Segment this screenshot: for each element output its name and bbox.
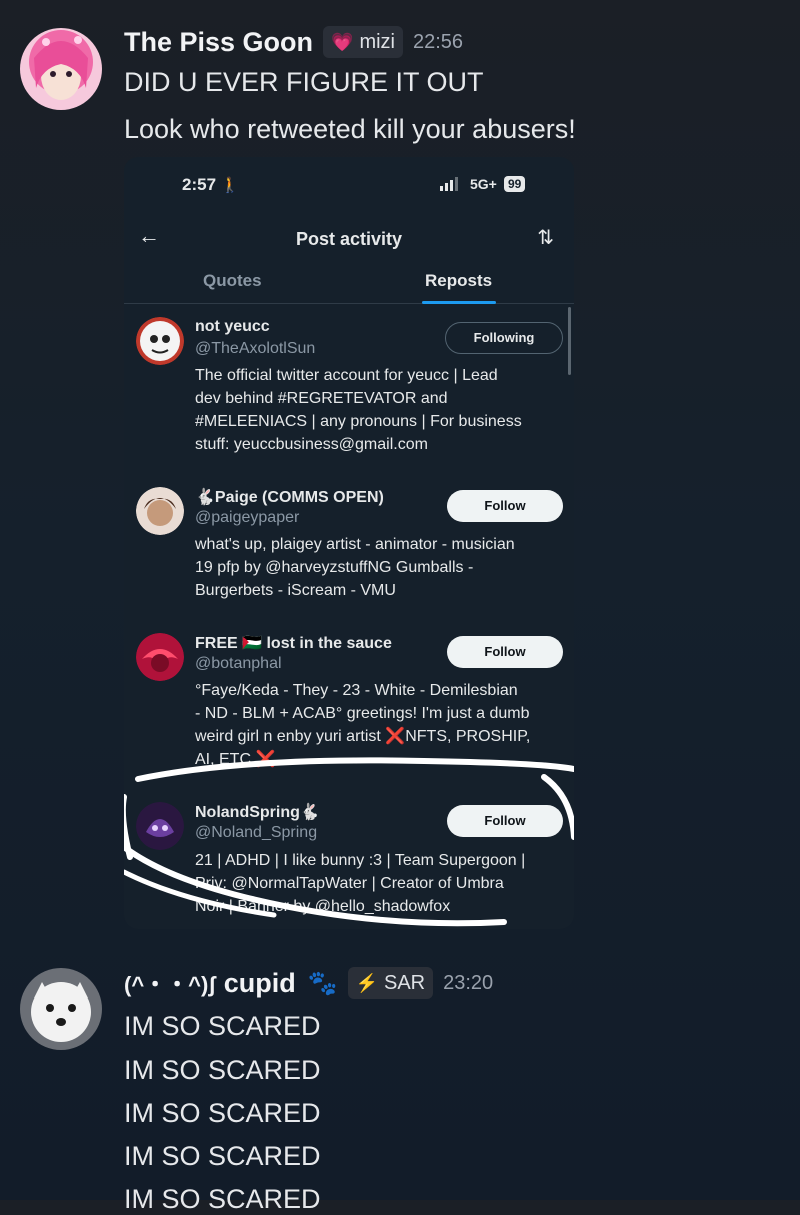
phone-status-bar: 2:57 🚶 5G+ 99 — [124, 175, 574, 199]
role-tag[interactable]: 💗 mizi — [323, 26, 403, 58]
battery-icon: 99 — [504, 176, 526, 192]
user-handle[interactable]: @Noland_Spring — [195, 824, 317, 842]
lightning-icon: ⚡ — [355, 972, 378, 993]
avatar[interactable] — [136, 633, 184, 681]
user-handle[interactable]: @TheAxolotlSun — [195, 340, 315, 358]
user-handle[interactable]: @paigeypaper — [195, 509, 299, 527]
timestamp: 23:20 — [443, 971, 494, 994]
kaomoji[interactable]: (^・・^)ʃ — [124, 967, 216, 999]
embedded-screenshot[interactable]: 2:57 🚶 5G+ 99 ← Post activity ⇅ Quotes R… — [124, 157, 574, 929]
message-text: IM SO SCARED — [124, 1098, 321, 1128]
follow-button[interactable]: Follow — [447, 636, 563, 668]
tab-bar: Quotes Reposts — [124, 263, 574, 304]
tag-label: SAR — [384, 971, 426, 994]
message-text: IM SO SCARED — [124, 1011, 321, 1041]
pink-heart-icon: 💗 — [331, 31, 354, 52]
display-name[interactable]: FREE 🇵🇸 lost in the sauce — [195, 633, 392, 653]
timestamp: 22:56 — [413, 30, 464, 53]
message-text: Look who retweeted kill your abusers! — [124, 114, 576, 144]
user-bio: The official twitter account for yeucc |… — [195, 367, 522, 453]
username[interactable]: cupid — [224, 968, 296, 999]
status-time: 2:57 🚶 — [182, 175, 240, 194]
message-text: DID U EVER FIGURE IT OUT — [124, 67, 484, 97]
page-title: Post activity — [295, 229, 403, 249]
user-bio: °Faye/Keda - They - 23 - White - Demiles… — [195, 682, 531, 768]
tag-label: mizi — [359, 30, 395, 53]
sort-arrows-icon[interactable]: ⇅ — [537, 225, 554, 250]
display-name[interactable]: NolandSpring🐇 — [195, 802, 320, 822]
tab-reposts[interactable]: Reposts — [425, 271, 492, 291]
display-name[interactable]: 🐇Paige (COMMS OPEN) — [195, 487, 384, 507]
user-bio: what's up, plaigey artist - animator - m… — [195, 536, 515, 599]
follow-button[interactable]: Follow — [447, 805, 563, 837]
network-label: 5G+ — [470, 176, 497, 192]
active-tab-indicator — [422, 301, 496, 304]
message-text: IM SO SCARED — [124, 1055, 321, 1085]
signal-icon — [440, 177, 458, 191]
post-activity-header: ← Post activity ⇅ — [124, 223, 574, 255]
user-handle[interactable]: @botanphal — [195, 655, 282, 673]
avatar[interactable] — [20, 28, 102, 110]
display-name[interactable]: not yeucc — [195, 318, 270, 336]
paw-icon: 🐾 — [307, 969, 338, 997]
following-button[interactable]: Following — [445, 322, 563, 354]
scrollbar[interactable] — [568, 307, 571, 375]
avatar[interactable] — [136, 487, 184, 535]
tab-quotes[interactable]: Quotes — [203, 271, 262, 291]
role-tag[interactable]: ⚡ SAR — [347, 967, 434, 999]
avatar[interactable] — [136, 317, 184, 365]
user-bio: 21 | ADHD | I like bunny :3 | Team Super… — [195, 852, 526, 915]
follow-button[interactable]: Follow — [447, 490, 563, 522]
username[interactable]: The Piss Goon — [124, 27, 313, 58]
message-text: IM SO SCARED — [124, 1141, 321, 1171]
avatar[interactable] — [20, 968, 102, 1050]
avatar[interactable] — [136, 802, 184, 850]
